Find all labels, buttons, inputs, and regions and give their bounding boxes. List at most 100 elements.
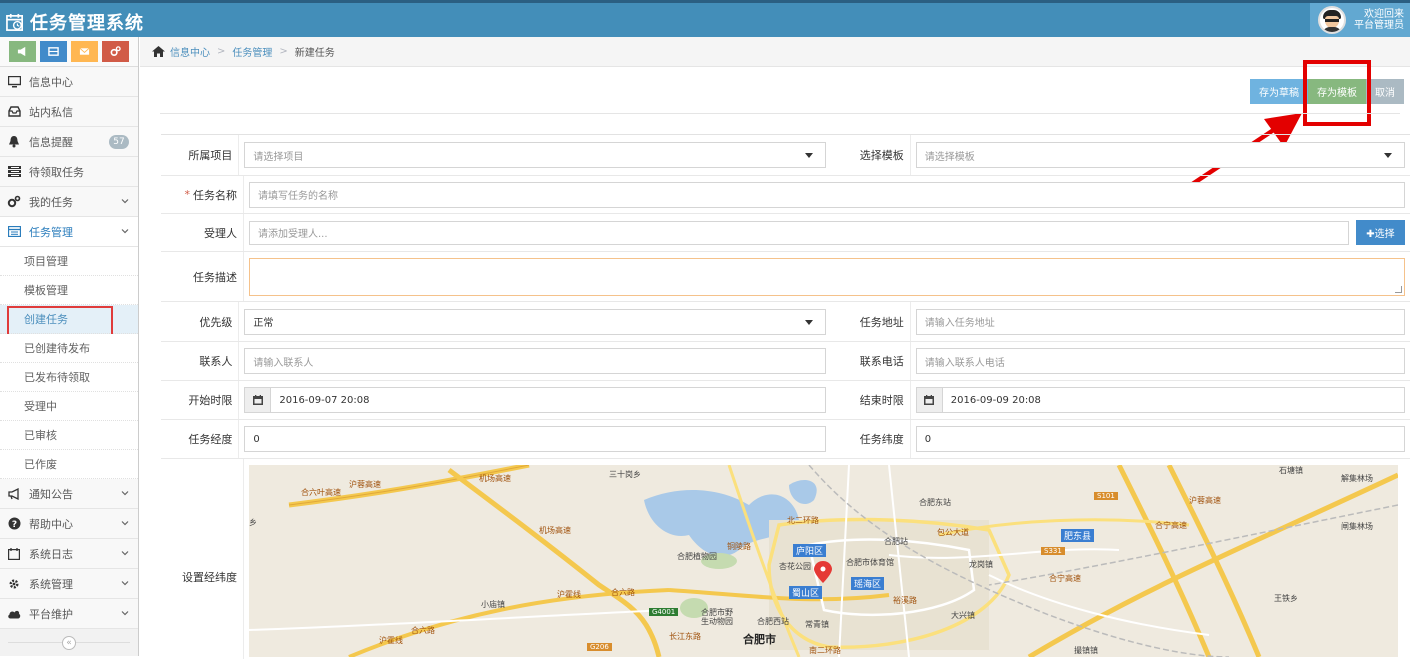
sidebar-item-help-center[interactable]: ? 帮助中心 [0, 509, 138, 539]
map-label-road: 沪蓉高速 [1189, 496, 1221, 505]
map-label-road: 合六叶高速 [301, 488, 341, 497]
map-label-place: 杏花公园 [779, 562, 811, 571]
breadcrumb-home-link[interactable]: 信息中心 [170, 44, 210, 59]
end-time-value: 2016-09-09 20:08 [950, 394, 1041, 406]
bell-icon [9, 136, 19, 148]
sidebar: 信息中心 站内私信 信息提醒 57 待领取任务 我的任务 任务管理 项目管理 模… [0, 37, 139, 656]
assignee-input[interactable]: 请添加受理人... [249, 220, 1349, 245]
shortcut-bullhorn-button[interactable] [9, 41, 36, 62]
task-name-input[interactable]: 请填写任务的名称 [249, 181, 1405, 208]
sidebar-collapse-button[interactable]: « [62, 636, 76, 650]
start-time-value: 2016-09-07 20:08 [279, 394, 370, 406]
required-marker: * [184, 188, 191, 201]
breadcrumb-current: 新建任务 [294, 48, 335, 59]
chevron-down-icon [121, 229, 129, 234]
gear-icon [9, 579, 19, 588]
breadcrumb-separator: > [217, 46, 226, 57]
location-map[interactable]: 三十岗乡 合肥东站 石塘镇 解集林场 闸集林场 王铁乡 撮镇镇 合肥植物园 杏花… [249, 465, 1398, 657]
list-icon [48, 47, 59, 56]
end-time-input[interactable]: 2016-09-09 20:08 [915, 387, 1405, 413]
sidebar-subitem-create-task[interactable]: 创建任务 [0, 305, 138, 341]
assignee-placeholder: 请添加受理人... [258, 229, 328, 240]
project-select-placeholder: 请选择项目 [253, 151, 304, 163]
address-placeholder: 请输入任务地址 [924, 318, 995, 329]
description-label: 任务描述 [193, 270, 237, 284]
project-select[interactable]: 请选择项目 [244, 142, 826, 168]
map-label-place: 小庙镇 [481, 600, 505, 609]
cogs-icon [7, 195, 21, 208]
map-label-place: 乡 [249, 518, 257, 527]
sidebar-subitem-in-progress[interactable]: 受理中 [0, 392, 138, 421]
cancel-button[interactable]: 取消 [1366, 79, 1404, 104]
chevron-down-icon [121, 491, 129, 496]
user-menu[interactable]: 欢迎回来 平台管理员 [1310, 3, 1410, 37]
sidebar-subitem-published-unclaimed[interactable]: 已发布待领取 [0, 363, 138, 392]
sidebar-subitem-templates[interactable]: 模板管理 [0, 276, 138, 305]
map-label-place: 合肥市野生动物园 [701, 608, 733, 626]
map-label-road: 沪蓉高速 [349, 480, 381, 489]
map-label-district: 肥东县 [1061, 529, 1095, 542]
caret-down-icon [1383, 153, 1392, 158]
chevron-down-icon [121, 521, 129, 526]
sidebar-item-platform-maintenance[interactable]: 平台维护 [0, 599, 138, 629]
chevron-down-icon [121, 551, 129, 556]
sidebar-item-announcements[interactable]: 通知公告 [0, 479, 138, 509]
map-label-place: 常青镇 [805, 620, 829, 629]
caret-down-icon [804, 319, 813, 325]
phone-input[interactable]: 请输入联系人电话 [915, 348, 1405, 374]
description-textarea[interactable] [249, 257, 1405, 296]
shortcut-mail-button[interactable] [71, 41, 98, 62]
map-label-place: 大兴镇 [951, 611, 975, 620]
sidebar-item-my-tasks[interactable]: 我的任务 [0, 187, 138, 217]
sidebar-item-pending-tasks[interactable]: 待领取任务 [0, 157, 138, 187]
priority-select[interactable]: 正常 [244, 308, 826, 335]
shortcut-list-button[interactable] [40, 41, 67, 62]
app-logo[interactable]: 任务管理系统 [6, 9, 144, 35]
map-label-road: 铜陵路 [727, 542, 751, 551]
bullhorn-icon [17, 46, 26, 57]
sidebar-subitem-reviewed[interactable]: 已审核 [0, 421, 138, 450]
chevron-down-icon [121, 581, 129, 586]
map-label-road-code: S331 [1041, 547, 1065, 555]
map-label-road-code: S101 [1094, 492, 1118, 500]
contact-placeholder: 请输入联系人 [253, 357, 314, 369]
divider [160, 113, 1400, 114]
caret-down-icon [804, 153, 813, 158]
save-draft-button[interactable]: 存为草稿 [1250, 79, 1308, 104]
sidebar-item-reminders[interactable]: 信息提醒 57 [0, 127, 138, 157]
breadcrumb-section-link[interactable]: 任务管理 [232, 44, 272, 59]
sidebar-item-task-management[interactable]: 任务管理 [0, 217, 138, 247]
latitude-input[interactable]: 0 [915, 426, 1405, 452]
sidebar-subitem-voided[interactable]: 已作废 [0, 450, 138, 479]
sidebar-subitem-created-unpublished[interactable]: 已创建待发布 [0, 334, 138, 363]
home-icon [152, 46, 165, 57]
sidebar-item-system-management[interactable]: 系统管理 [0, 569, 138, 599]
map-label-road: 裕溪路 [893, 596, 917, 605]
sidebar-subitem-projects[interactable]: 项目管理 [0, 247, 138, 276]
map-label-place: 龙岗镇 [969, 560, 993, 569]
address-input[interactable]: 请输入任务地址 [915, 308, 1405, 335]
select-assignee-button[interactable]: ✚选择 [1356, 220, 1405, 245]
contact-input[interactable]: 请输入联系人 [244, 348, 826, 374]
map-label-road: 合六路 [611, 588, 635, 597]
sidebar-item-system-logs[interactable]: 系统日志 [0, 539, 138, 569]
sidebar-item-messages[interactable]: 站内私信 [0, 97, 138, 127]
assignee-label: 受理人 [204, 226, 237, 240]
sidebar-shortcuts [0, 37, 138, 67]
calendar-icon [252, 395, 263, 405]
sidebar-item-label: 平台维护 [29, 607, 73, 621]
template-select[interactable]: 请选择模板 [915, 142, 1405, 168]
longitude-input[interactable]: 0 [244, 426, 826, 452]
sidebar-item-label: 待领取任务 [29, 165, 84, 179]
desktop-icon [7, 75, 21, 87]
sidebar-item-info-center[interactable]: 信息中心 [0, 67, 138, 97]
shortcut-cogs-button[interactable] [102, 41, 129, 62]
priority-label: 优先级 [199, 315, 233, 329]
map-label-place: 王铁乡 [1274, 594, 1298, 603]
project-label: 所属项目 [188, 149, 233, 162]
latitude-label: 任务纬度 [859, 433, 904, 446]
map-label-road: 沪霍线 [557, 590, 581, 599]
inbox-icon [7, 106, 21, 117]
longitude-label: 任务经度 [188, 433, 233, 446]
start-time-input[interactable]: 2016-09-07 20:08 [244, 387, 826, 413]
